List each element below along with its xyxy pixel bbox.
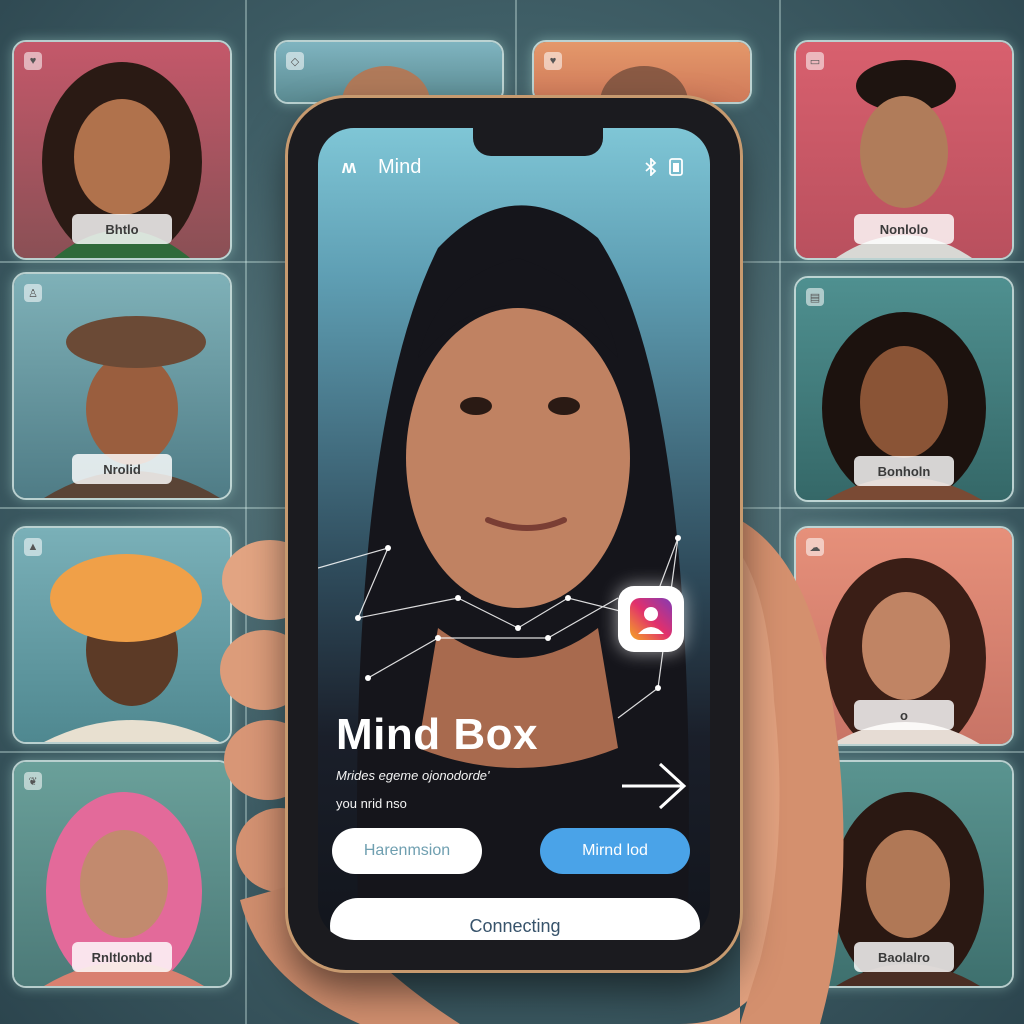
app-caption: you nrid nso: [336, 796, 407, 811]
user-icon: ♙: [24, 284, 42, 302]
phone: ʍ Mind Mind Box Mrides egeme ojonodorde'…: [288, 98, 740, 970]
right-action-button[interactable]: Mirnd lod: [540, 828, 690, 874]
avatar: [44, 554, 220, 742]
heart-icon: ♥: [544, 52, 562, 70]
connecting-button[interactable]: Connecting: [330, 898, 700, 940]
profile-card-4[interactable]: ❦ Rnltlonbd: [12, 760, 232, 988]
profile-name: Rnltlonbd: [72, 942, 172, 972]
profile-card-1[interactable]: ♥ Bhtlo: [12, 40, 232, 260]
bluetooth-icon: [645, 158, 657, 176]
profile-name: o: [854, 700, 954, 730]
instagram-glyph: [630, 598, 672, 640]
avatar: [342, 66, 430, 102]
diamond-icon: ◇: [286, 52, 304, 70]
chat-icon: ▭: [806, 52, 824, 70]
leaf-icon: ❦: [24, 772, 42, 790]
app-logo-icon: ʍ: [342, 157, 357, 177]
profile-name: Nonlolo: [854, 214, 954, 244]
arrow-right-icon[interactable]: [620, 760, 690, 812]
heart-icon: ♥: [24, 52, 42, 70]
phone-notch: [473, 128, 603, 156]
profile-card-5[interactable]: ▭ Nonlolo: [794, 40, 1014, 260]
profile-name: Bonholn: [854, 456, 954, 486]
app-name: Mind: [378, 155, 422, 178]
app-subtitle: Mrides egeme ojonodorde': [336, 768, 490, 783]
app-title: Mind Box: [336, 710, 538, 759]
left-action-button[interactable]: Harenmsion: [332, 828, 482, 874]
profile-card-top-left[interactable]: ◇: [274, 40, 504, 104]
app-header: ʍ Mind: [342, 154, 686, 180]
battery-icon: [669, 158, 683, 176]
profile-name: Baolalro: [854, 942, 954, 972]
profile-name: Nrolid: [72, 454, 172, 484]
profile-card-top-right[interactable]: ♥: [532, 40, 752, 104]
triangle-icon: ▲: [24, 538, 42, 556]
profile-card-6[interactable]: ▤ Bonholn: [794, 276, 1014, 502]
instagram-icon[interactable]: [618, 586, 684, 652]
profile-card-2[interactable]: ♙ Nrolid: [12, 272, 232, 500]
avatar: [600, 66, 688, 102]
profile-name: Bhtlo: [72, 214, 172, 244]
phone-screen: ʍ Mind Mind Box Mrides egeme ojonodorde'…: [318, 128, 710, 940]
profile-portrait: [318, 205, 689, 908]
profile-card-3[interactable]: ▲: [12, 526, 232, 744]
document-icon: ▤: [806, 288, 824, 306]
